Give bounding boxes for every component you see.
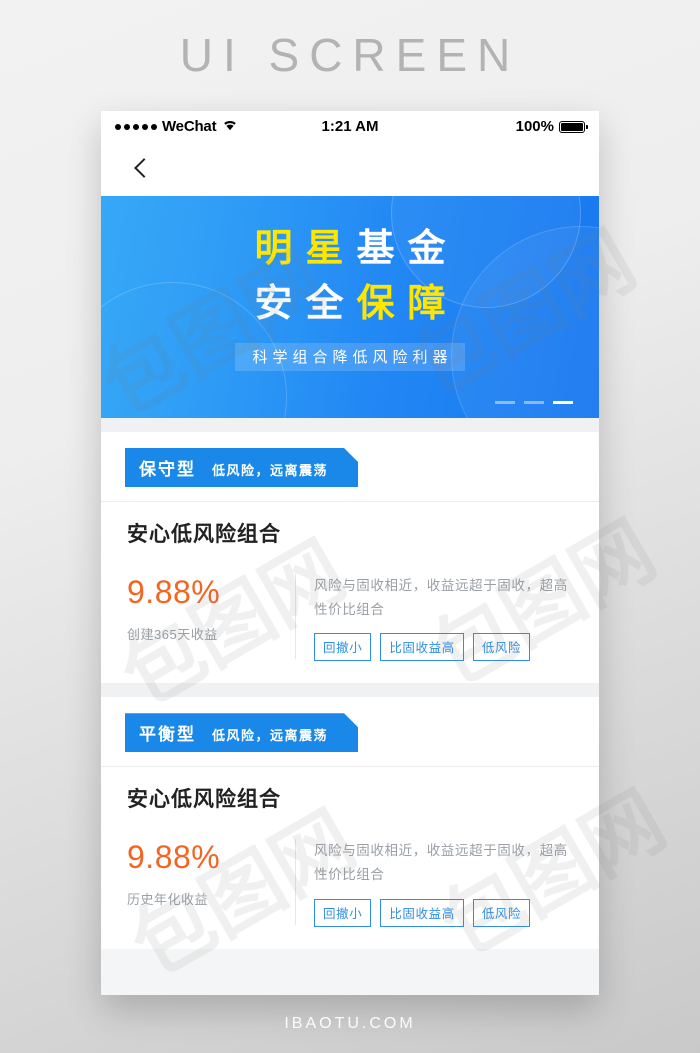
section-gap (101, 418, 599, 432)
fund-card-body: 9.88% 历史年化收益 风险与固收相近，收益远超于固收，超高性价比组合 回撤小… (101, 831, 599, 948)
vertical-divider (295, 839, 296, 925)
banner-headline-line2-b: 保障 (356, 281, 459, 326)
fund-chip[interactable]: 回撤小 (314, 633, 372, 662)
back-chevron-icon[interactable] (131, 158, 153, 180)
fund-return-value: 9.88% (127, 839, 221, 876)
wifi-icon (222, 118, 238, 135)
fund-chip-list: 回撤小 比固收益高 低风险 (314, 633, 577, 662)
fund-chip[interactable]: 低风险 (472, 898, 531, 927)
fund-type-ribbon[interactable]: 平衡型 低风险，远离震荡 (125, 713, 358, 752)
fund-detail: 风险与固收相近，收益远超于固收，超高性价比组合 回撤小 比固收益高 低风险 (314, 572, 577, 662)
fund-description: 风险与固收相近，收益远超于固收，超高性价比组合 (314, 578, 568, 617)
page-header: UI SCREEN (0, 0, 700, 110)
fund-card[interactable]: 平衡型 低风险，远离震荡 安心低风险组合 9.88% 历史年化收益 风险与固收相… (101, 697, 599, 949)
status-bar-left: WeChat (115, 118, 238, 135)
phone-mockup: WeChat 1:21 AM 100% 明星基金 安全保障 科学组合降低风险利器… (101, 111, 599, 995)
banner-headline-line1-b: 基金 (356, 226, 459, 270)
fund-card-body: 9.88% 创建365天收益 风险与固收相近，收益远超于固收，超高性价比组合 回… (101, 566, 599, 683)
carrier-label: WeChat (162, 118, 217, 135)
carousel-dot-3-active[interactable] (553, 401, 573, 404)
banner-headline-line1: 明星基金 (101, 221, 599, 276)
hero-banner[interactable]: 明星基金 安全保障 科学组合降低风险利器 (101, 196, 599, 418)
fund-metric: 9.88% 创建365天收益 (127, 572, 295, 661)
page-title: UI SCREEN (179, 29, 521, 81)
page-footer: IBAOTU.COM (0, 995, 700, 1053)
status-bar-right: 100% (515, 118, 588, 135)
fund-chip[interactable]: 比固收益高 (380, 898, 464, 927)
banner-subtitle: 科学组合降低风险利器 (235, 343, 465, 372)
carousel-dot-1[interactable] (495, 401, 515, 404)
fund-return-value: 9.88% (127, 574, 221, 610)
carousel-dot-2[interactable] (524, 401, 544, 404)
carousel-indicator[interactable] (495, 401, 573, 404)
fund-chip-list: 回撤小 比固收益高 低风险 (314, 898, 577, 927)
fund-card-title: 安心低风险组合 (101, 766, 599, 831)
content-bottom-spacer (101, 948, 599, 995)
banner-headline: 明星基金 安全保障 (101, 196, 599, 331)
signal-dots-icon (115, 123, 157, 130)
fund-card-tag-wrap: 保守型 低风险，远离震荡 (101, 432, 599, 501)
nav-bar (101, 142, 599, 196)
fund-card-title: 安心低风险组合 (101, 501, 599, 566)
banner-headline-line2: 安全保障 (101, 276, 599, 331)
footer-brand: IBAOTU.COM (284, 1015, 416, 1032)
battery-percent-label: 100% (515, 118, 554, 135)
banner-subtitle-wrap: 科学组合降低风险利器 (101, 343, 599, 372)
battery-full-icon (559, 120, 588, 133)
banner-headline-line1-a: 明星 (254, 226, 357, 270)
fund-type-desc: 低风险，远离震荡 (212, 463, 329, 478)
status-bar: WeChat 1:21 AM 100% (101, 111, 599, 142)
fund-return-label: 创建365天收益 (127, 627, 218, 642)
section-gap (101, 683, 599, 698)
vertical-divider (295, 574, 296, 660)
fund-type-ribbon[interactable]: 保守型 低风险，远离震荡 (125, 448, 358, 487)
content-scroll-area[interactable]: 保守型 低风险，远离震荡 安心低风险组合 9.88% 创建365天收益 风险与固… (101, 418, 599, 995)
fund-detail: 风险与固收相近，收益远超于固收，超高性价比组合 回撤小 比固收益高 低风险 (314, 837, 577, 927)
fund-type-desc: 低风险，远离震荡 (212, 728, 329, 744)
fund-type-label: 保守型 (139, 460, 196, 479)
fund-metric: 9.88% 历史年化收益 (127, 837, 295, 926)
fund-type-label: 平衡型 (139, 725, 196, 745)
fund-card-tag-wrap: 平衡型 低风险，远离震荡 (101, 697, 599, 766)
fund-chip[interactable]: 回撤小 (314, 898, 372, 927)
fund-chip[interactable]: 低风险 (472, 633, 531, 662)
banner-headline-line2-a: 安全 (254, 281, 357, 326)
fund-description: 风险与固收相近，收益远超于固收，超高性价比组合 (314, 843, 568, 882)
fund-card[interactable]: 保守型 低风险，远离震荡 安心低风险组合 9.88% 创建365天收益 风险与固… (101, 432, 599, 684)
fund-chip[interactable]: 比固收益高 (380, 633, 464, 662)
fund-return-label: 历史年化收益 (127, 892, 209, 908)
